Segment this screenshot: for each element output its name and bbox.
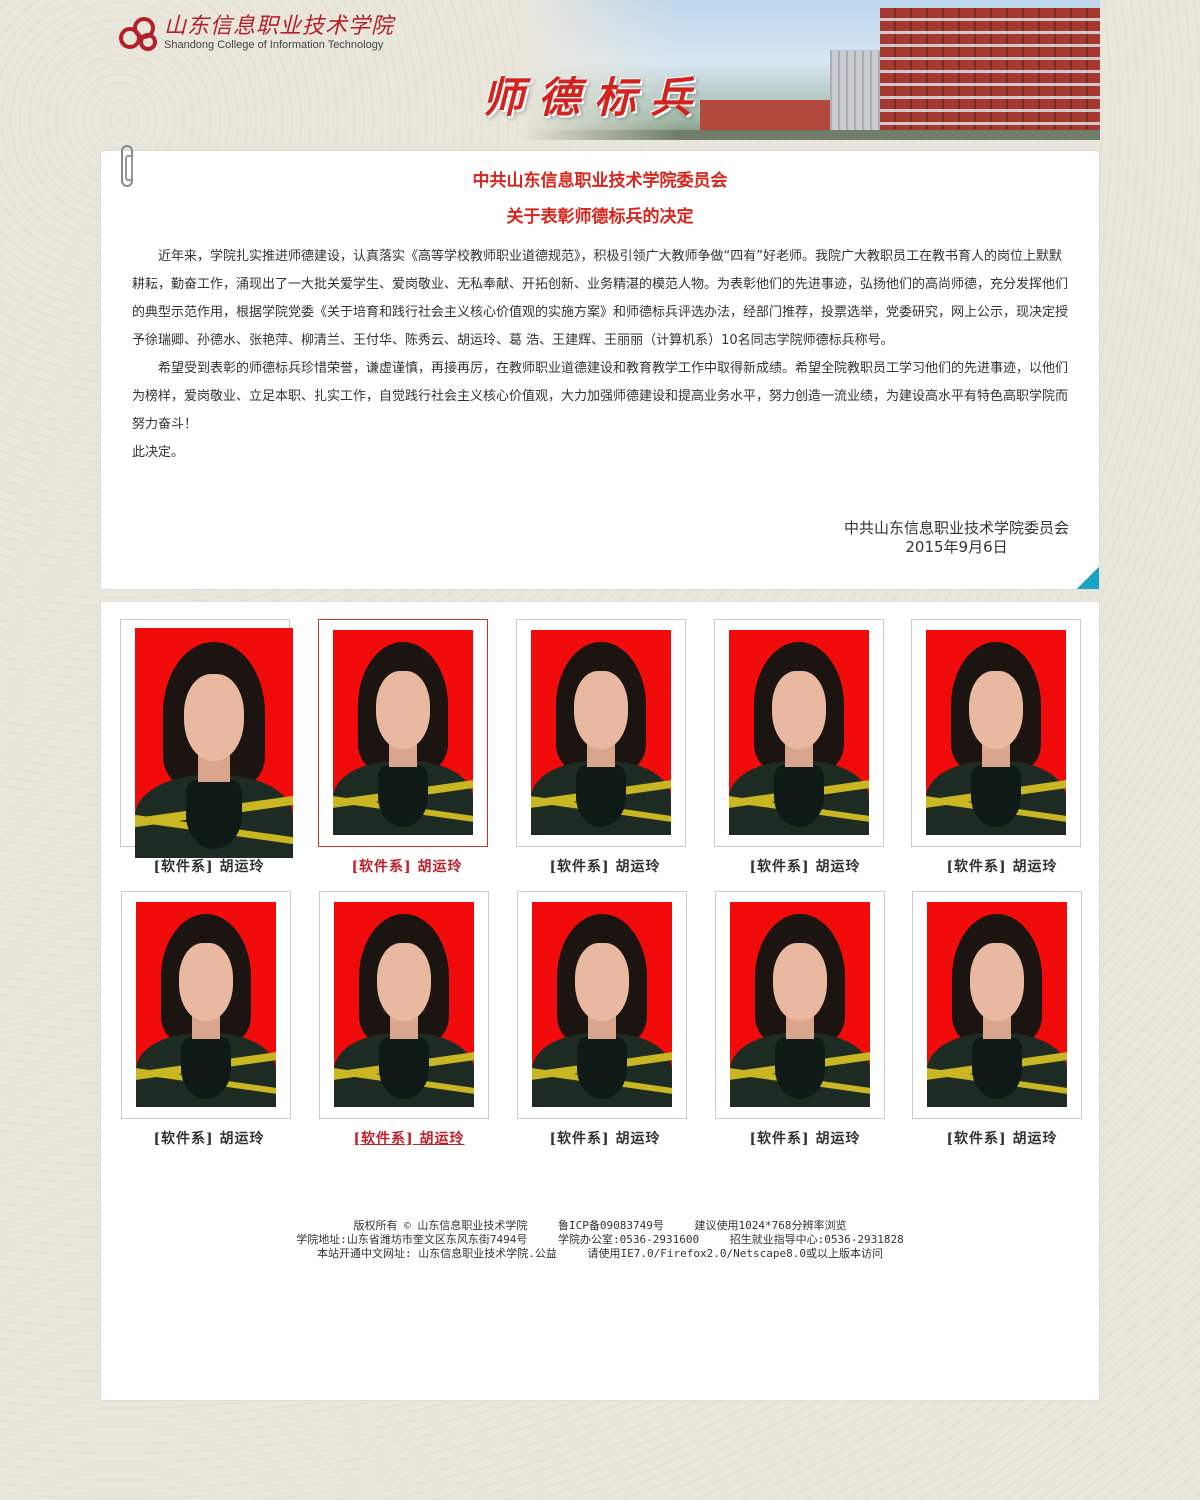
teacher-card[interactable]	[911, 619, 1081, 847]
teacher-caption[interactable]: [软件系] 胡运玲	[520, 856, 690, 876]
logo-chinese-name: 山东信息职业技术学院	[164, 14, 395, 39]
teacher-caption[interactable]: [软件系] 胡运玲	[124, 856, 294, 876]
gallery-panel: [软件系] 胡运玲 [软件系] 胡运玲 [软件系] 胡运玲 [软件系] 胡运玲 …	[100, 601, 1100, 1401]
teacher-card[interactable]	[318, 619, 488, 847]
icp-link[interactable]: 鲁ICP备09083749号	[558, 1219, 664, 1232]
teacher-caption[interactable]: [软件系] 胡运玲	[322, 856, 492, 876]
notice-signature: 中共山东信息职业技术学院委员会 2015年9月6日	[844, 519, 1069, 557]
teacher-photo[interactable]	[729, 630, 869, 835]
teacher-photo[interactable]	[926, 630, 1066, 835]
copyright-text: 版权所有 © 山东信息职业技术学院	[353, 1219, 528, 1232]
footer-line: 本站开通中文网址: 山东信息职业技术学院.公益 请使用IE7.0/Firefox…	[101, 1247, 1099, 1261]
teacher-caption[interactable]: [软件系] 胡运玲	[520, 1128, 690, 1148]
teacher-photo[interactable]	[333, 630, 473, 835]
resolution-note: 建议使用1024*768分辨率浏览	[694, 1219, 847, 1232]
footer-line: 版权所有 © 山东信息职业技术学院 鲁ICP备09083749号 建议使用102…	[101, 1219, 1099, 1233]
college-logo[interactable]: 山东信息职业技术学院 Shandong College of Informati…	[118, 14, 394, 52]
teacher-caption[interactable]: [软件系] 胡运玲	[720, 1128, 890, 1148]
teacher-caption[interactable]: [软件系] 胡运玲	[720, 856, 890, 876]
college-logo-icon	[119, 17, 157, 51]
teacher-card[interactable]	[912, 891, 1082, 1119]
page-fold-icon	[1077, 567, 1099, 589]
teacher-photo[interactable]	[927, 902, 1067, 1107]
teacher-photo[interactable]	[532, 902, 672, 1107]
notice-panel: 中共山东信息职业技术学院委员会 关于表彰师德标兵的决定 近年来，学院扎实推进师德…	[100, 145, 1100, 590]
signature-organization: 中共山东信息职业技术学院委员会	[843, 519, 1069, 537]
teacher-caption[interactable]: [软件系] 胡运玲	[917, 856, 1087, 876]
notice-title: 中共山东信息职业技术学院委员会	[472, 171, 728, 190]
chinese-domain-link[interactable]: 本站开通中文网址: 山东信息职业技术学院.公益	[317, 1247, 557, 1260]
notice-paragraph: 近年来，学院扎实推进师德建设，认真落实《高等学校教师职业道德规范》，积极引领广大…	[132, 249, 1069, 348]
teacher-card[interactable]	[121, 891, 291, 1119]
teacher-card[interactable]	[516, 619, 686, 847]
page-header: 山东信息职业技术学院 Shandong College of Informati…	[100, 0, 1100, 140]
notice-body: 近年来，学院扎实推进师德建设，认真落实《高等学校教师职业道德规范》，积极引领广大…	[132, 243, 1070, 467]
notice-paragraph: 此决定。	[132, 445, 185, 460]
notice-subtitle: 关于表彰师德标兵的决定	[506, 207, 694, 226]
browser-note: 请使用IE7.0/Firefox2.0/Netscape8.0或以上版本访问	[587, 1247, 883, 1260]
notice-paragraph: 希望受到表彰的师德标兵珍惜荣誉，谦虚谨慎，再接再厉，在教师职业道德建设和教育教学…	[132, 361, 1069, 432]
teacher-caption[interactable]: [软件系] 胡运玲	[324, 1128, 494, 1148]
teacher-caption[interactable]: [软件系] 胡运玲	[917, 1128, 1087, 1148]
footer-line: 学院地址:山东省潍坊市奎文区东风东街7494号 学院办公室:0536-29316…	[101, 1233, 1099, 1247]
teacher-photo[interactable]	[531, 630, 671, 835]
teacher-caption[interactable]: [软件系] 胡运玲	[124, 1128, 294, 1148]
teacher-card[interactable]	[319, 891, 489, 1119]
teacher-photo[interactable]	[334, 902, 474, 1107]
teacher-card[interactable]	[715, 891, 885, 1119]
teacher-card[interactable]	[714, 619, 884, 847]
office-phone: 学院办公室:0536-2931600	[557, 1233, 700, 1246]
banner-title: 师德标兵	[482, 73, 707, 122]
teacher-card[interactable]	[120, 619, 293, 858]
logo-english-name: Shandong College of Information Technolo…	[164, 39, 384, 51]
banner-building	[880, 8, 1100, 136]
teacher-card[interactable]	[517, 891, 687, 1119]
teacher-photo[interactable]	[135, 628, 293, 858]
signature-date: 2015年9月6日	[905, 538, 1008, 556]
teacher-photo[interactable]	[136, 902, 276, 1107]
address-text: 学院地址:山东省潍坊市奎文区东风东街7494号	[296, 1233, 528, 1246]
admissions-phone: 招生就业指导中心:0536-2931828	[729, 1233, 904, 1246]
teacher-photo[interactable]	[730, 902, 870, 1107]
page-footer: 版权所有 © 山东信息职业技术学院 鲁ICP备09083749号 建议使用102…	[101, 1219, 1099, 1261]
